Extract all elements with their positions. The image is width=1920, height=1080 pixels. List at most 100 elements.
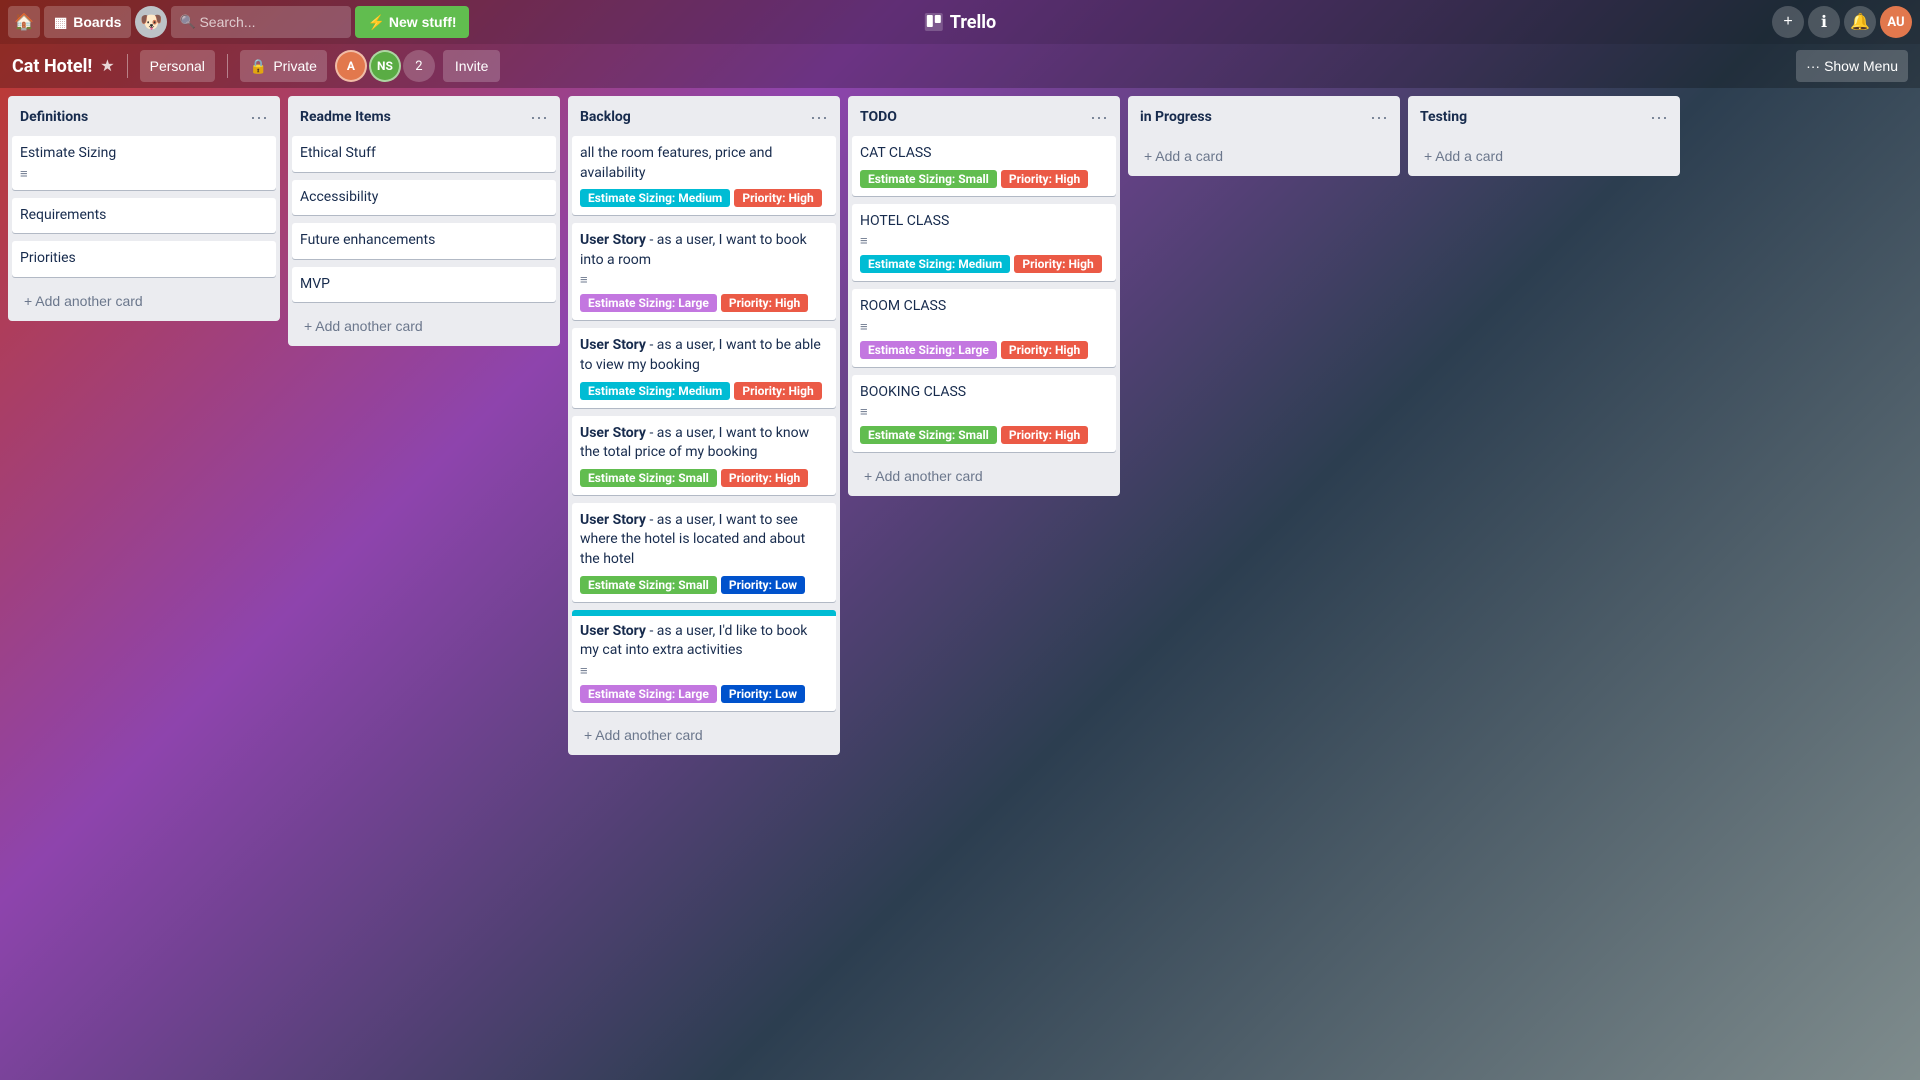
personal-button[interactable]: Personal [140, 50, 215, 82]
add-card-button-inprogress[interactable]: + Add a card [1132, 140, 1396, 172]
card-badge: Priority: Low [721, 576, 805, 594]
member-avatar-2[interactable]: NS [369, 50, 401, 82]
card-badge: Estimate Sizing: Large [860, 341, 997, 359]
card-title: Future enhancements [300, 231, 548, 251]
card-title: Priorities [20, 249, 268, 269]
list-item[interactable]: Ethical Stuff [292, 136, 556, 172]
card-badge: Priority: High [721, 294, 808, 312]
add-card-button-definitions[interactable]: + Add another card [12, 285, 276, 317]
list-title-testing: Testing [1420, 109, 1467, 125]
help-button[interactable]: ℹ [1808, 6, 1840, 38]
list-item[interactable]: Priorities [12, 241, 276, 277]
card-badge: Priority: High [734, 189, 821, 207]
star-button[interactable]: ★ [100, 56, 114, 76]
add-card-button-readme[interactable]: + Add another card [292, 310, 556, 342]
board-title[interactable]: Cat Hotel! [12, 56, 92, 77]
list-title-inprogress: in Progress [1140, 109, 1212, 125]
list-menu-todo[interactable]: ··· [1086, 106, 1112, 128]
list-title-definitions: Definitions [20, 109, 88, 125]
new-stuff-button[interactable]: ⚡ New stuff! [355, 6, 468, 38]
list-todo: TODO···CAT CLASSEstimate Sizing: SmallPr… [848, 96, 1120, 496]
list-header-definitions: Definitions ··· [8, 96, 280, 136]
card-badge: Priority: High [1014, 255, 1101, 273]
list-item[interactable]: User Story - as a user, I want to know t… [572, 416, 836, 495]
card-title: MVP [300, 275, 548, 295]
list-item[interactable]: BOOKING CLASS≡Estimate Sizing: SmallPrio… [852, 375, 1116, 453]
list-item[interactable]: ROOM CLASS ≡ Estimate Sizing: LargePriorit… [852, 289, 1116, 367]
list-item[interactable]: User Story - as a user, I'd like to book… [572, 610, 836, 711]
card-badge: Estimate Sizing: Large [580, 294, 717, 312]
description-icon: ≡ [20, 166, 28, 182]
card-badges: Estimate Sizing: SmallPriority: High [580, 469, 828, 487]
list-item[interactable]: Estimate Sizing ≡ [12, 136, 276, 190]
private-label: Private [273, 58, 317, 74]
list-item[interactable]: all the room features, price and availab… [572, 136, 836, 215]
card-title: User Story - as a user, I'd like to book… [580, 622, 828, 661]
list-header-readme: Readme Items··· [288, 96, 560, 136]
show-menu-button[interactable]: ··· Show Menu [1796, 50, 1908, 82]
add-card-button-testing[interactable]: + Add a card [1412, 140, 1676, 172]
notifications-button[interactable]: 🔔 [1844, 6, 1876, 38]
list-item[interactable]: MVP [292, 267, 556, 303]
board-nav: Cat Hotel! ★ Personal 🔒 Private A NS 2 I… [0, 44, 1920, 88]
list-cards-definitions: Estimate Sizing ≡ Requirements Priorities + … [8, 136, 280, 321]
description-icon: ≡ [860, 319, 868, 335]
list-cards-testing: + Add a card [1408, 136, 1680, 176]
card-title: Estimate Sizing [20, 144, 268, 164]
card-badge: Estimate Sizing: Medium [580, 382, 730, 400]
invite-label: Invite [455, 58, 488, 74]
plus-icon: + [1783, 13, 1792, 31]
member-count[interactable]: 2 [403, 50, 435, 82]
user-avatar[interactable]: AU [1880, 6, 1912, 38]
card-meta: ≡ [580, 663, 828, 679]
add-button[interactable]: + [1772, 6, 1804, 38]
card-badge: Priority: High [1001, 426, 1088, 444]
list-menu-readme[interactable]: ··· [526, 106, 552, 128]
card-title: User Story - as a user, I want to know t… [580, 424, 828, 463]
private-button[interactable]: 🔒 Private [240, 50, 327, 82]
card-badges: Estimate Sizing: MediumPriority: High [580, 382, 828, 400]
grid-icon: ▦ [54, 14, 67, 31]
invite-button[interactable]: Invite [443, 50, 500, 82]
list-cards-readme: Ethical Stuff Accessibility Future enhance… [288, 136, 560, 346]
list-menu-inprogress[interactable]: ··· [1366, 106, 1392, 128]
card-badge: Estimate Sizing: Small [860, 170, 997, 188]
search-input[interactable] [171, 6, 351, 38]
search-container: 🔍 [171, 6, 351, 38]
add-card-button-backlog[interactable]: + Add another card [572, 719, 836, 751]
list-menu-testing[interactable]: ··· [1646, 106, 1672, 128]
boards-button[interactable]: ▦ Boards [44, 6, 131, 38]
card-badge: Estimate Sizing: Small [580, 469, 717, 487]
list-item[interactable]: HOTEL CLASS≡Estimate Sizing: MediumPrior… [852, 204, 1116, 282]
card-badges: Estimate Sizing: SmallPriority: Low [580, 576, 828, 594]
card-title: Accessibility [300, 188, 548, 208]
card-title: User Story - as a user, I want to book i… [580, 231, 828, 270]
member-avatar-1[interactable]: A [335, 50, 367, 82]
list-menu-definitions[interactable]: ··· [246, 106, 272, 128]
list-item[interactable]: User Story - as a user, I want to see wh… [572, 503, 836, 602]
list-item[interactable]: CAT CLASS Estimate Sizing: SmallPriority:… [852, 136, 1116, 196]
card-meta: ≡ [20, 166, 268, 182]
home-icon: 🏠 [14, 12, 34, 32]
list-item[interactable]: Future enhancements [292, 223, 556, 259]
list-item[interactable]: User Story - as a user, I want to book i… [572, 223, 836, 320]
lock-icon: 🔒 [250, 58, 267, 75]
card-title: CAT CLASS [860, 144, 1108, 164]
card-title: Requirements [20, 206, 268, 226]
card-badges: Estimate Sizing: LargePriority: High [860, 341, 1108, 359]
nav-right: + ℹ 🔔 AU [1772, 6, 1912, 38]
home-button[interactable]: 🏠 [8, 6, 40, 38]
card-title: User Story - as a user, I want to see wh… [580, 511, 828, 570]
list-item[interactable]: Requirements [12, 198, 276, 234]
list-item[interactable]: Accessibility [292, 180, 556, 216]
card-badges: Estimate Sizing: MediumPriority: High [580, 189, 828, 207]
card-meta: ≡ [580, 272, 828, 288]
list-cards-backlog: all the room features, price and availab… [568, 136, 840, 755]
add-card-button-todo[interactable]: + Add another card [852, 460, 1116, 492]
card-badge: Priority: High [1001, 170, 1088, 188]
dog-avatar[interactable]: 🐶 [135, 6, 167, 38]
member-avatars: A NS 2 [335, 50, 435, 82]
list-menu-backlog[interactable]: ··· [806, 106, 832, 128]
card-title: ROOM CLASS [860, 297, 1108, 317]
list-item[interactable]: User Story - as a user, I want to be abl… [572, 328, 836, 407]
